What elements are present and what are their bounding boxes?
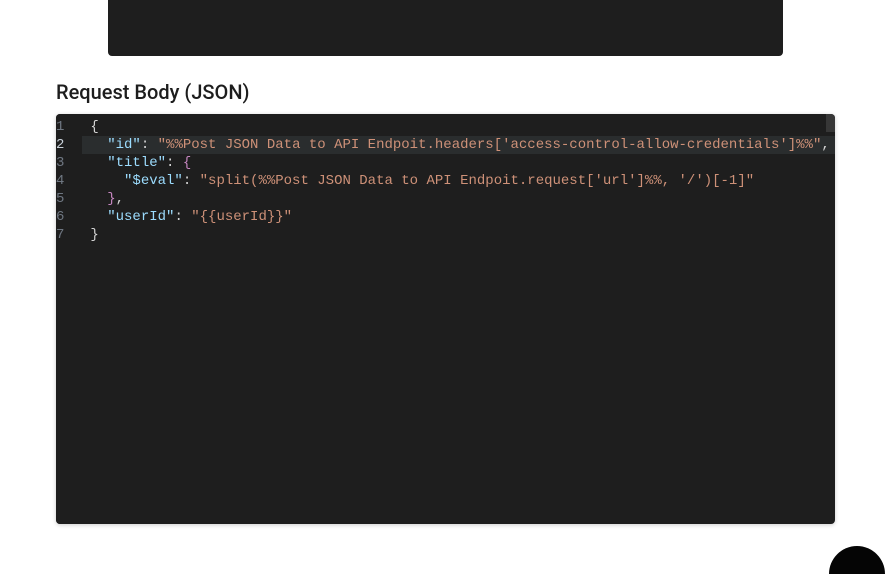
code-token: : bbox=[174, 209, 191, 225]
code-line: "id": "%%Post JSON Data to API Endpoit.h… bbox=[90, 136, 829, 154]
code-line: } bbox=[90, 226, 829, 244]
floating-action-button[interactable] bbox=[829, 546, 885, 574]
line-number: 1 bbox=[56, 118, 64, 136]
content-wrap: Request Body (JSON) 1234567 { "id": "%%P… bbox=[4, 0, 887, 524]
code-token: : bbox=[141, 137, 158, 153]
indent bbox=[90, 191, 107, 207]
code-token: "title" bbox=[107, 155, 166, 171]
code-token: "$eval" bbox=[124, 173, 183, 189]
code-token: , bbox=[821, 137, 829, 153]
code-token: : bbox=[166, 155, 183, 171]
code-line: { bbox=[90, 118, 829, 136]
indent bbox=[90, 173, 124, 189]
line-number: 6 bbox=[56, 208, 64, 226]
line-number: 4 bbox=[56, 172, 64, 190]
line-number: 5 bbox=[56, 190, 64, 208]
code-token: "%%Post JSON Data to API Endpoit.headers… bbox=[158, 137, 822, 153]
line-number: 2 bbox=[56, 136, 64, 154]
code-token: } bbox=[90, 227, 98, 243]
code-token: "{{userId}}" bbox=[191, 209, 292, 225]
code-token: , bbox=[116, 191, 124, 207]
line-number: 7 bbox=[56, 226, 64, 244]
code-block: 1234567 { "id": "%%Post JSON Data to API… bbox=[56, 114, 835, 524]
code-gutter: 1234567 bbox=[56, 114, 82, 524]
code-line: }, bbox=[90, 190, 829, 208]
code-line: "title": { bbox=[90, 154, 829, 172]
code-token: "userId" bbox=[107, 209, 174, 225]
section-heading: Request Body (JSON) bbox=[56, 56, 835, 114]
code-content[interactable]: { "id": "%%Post JSON Data to API Endpoit… bbox=[82, 114, 835, 524]
page-root: Request Body (JSON) 1234567 { "id": "%%P… bbox=[0, 0, 891, 524]
code-token: : bbox=[183, 173, 200, 189]
code-inner[interactable]: 1234567 { "id": "%%Post JSON Data to API… bbox=[56, 114, 835, 524]
indent bbox=[90, 209, 107, 225]
previous-code-block bbox=[108, 0, 783, 56]
code-token: } bbox=[107, 191, 115, 207]
code-token: "id" bbox=[107, 137, 141, 153]
code-token: { bbox=[183, 155, 191, 171]
indent bbox=[90, 137, 107, 153]
code-token: "split(%%Post JSON Data to API Endpoit.r… bbox=[200, 173, 755, 189]
code-line: "$eval": "split(%%Post JSON Data to API … bbox=[90, 172, 829, 190]
indent bbox=[90, 155, 107, 171]
code-line: "userId": "{{userId}}" bbox=[90, 208, 829, 226]
code-token: { bbox=[90, 119, 98, 135]
line-number: 3 bbox=[56, 154, 64, 172]
